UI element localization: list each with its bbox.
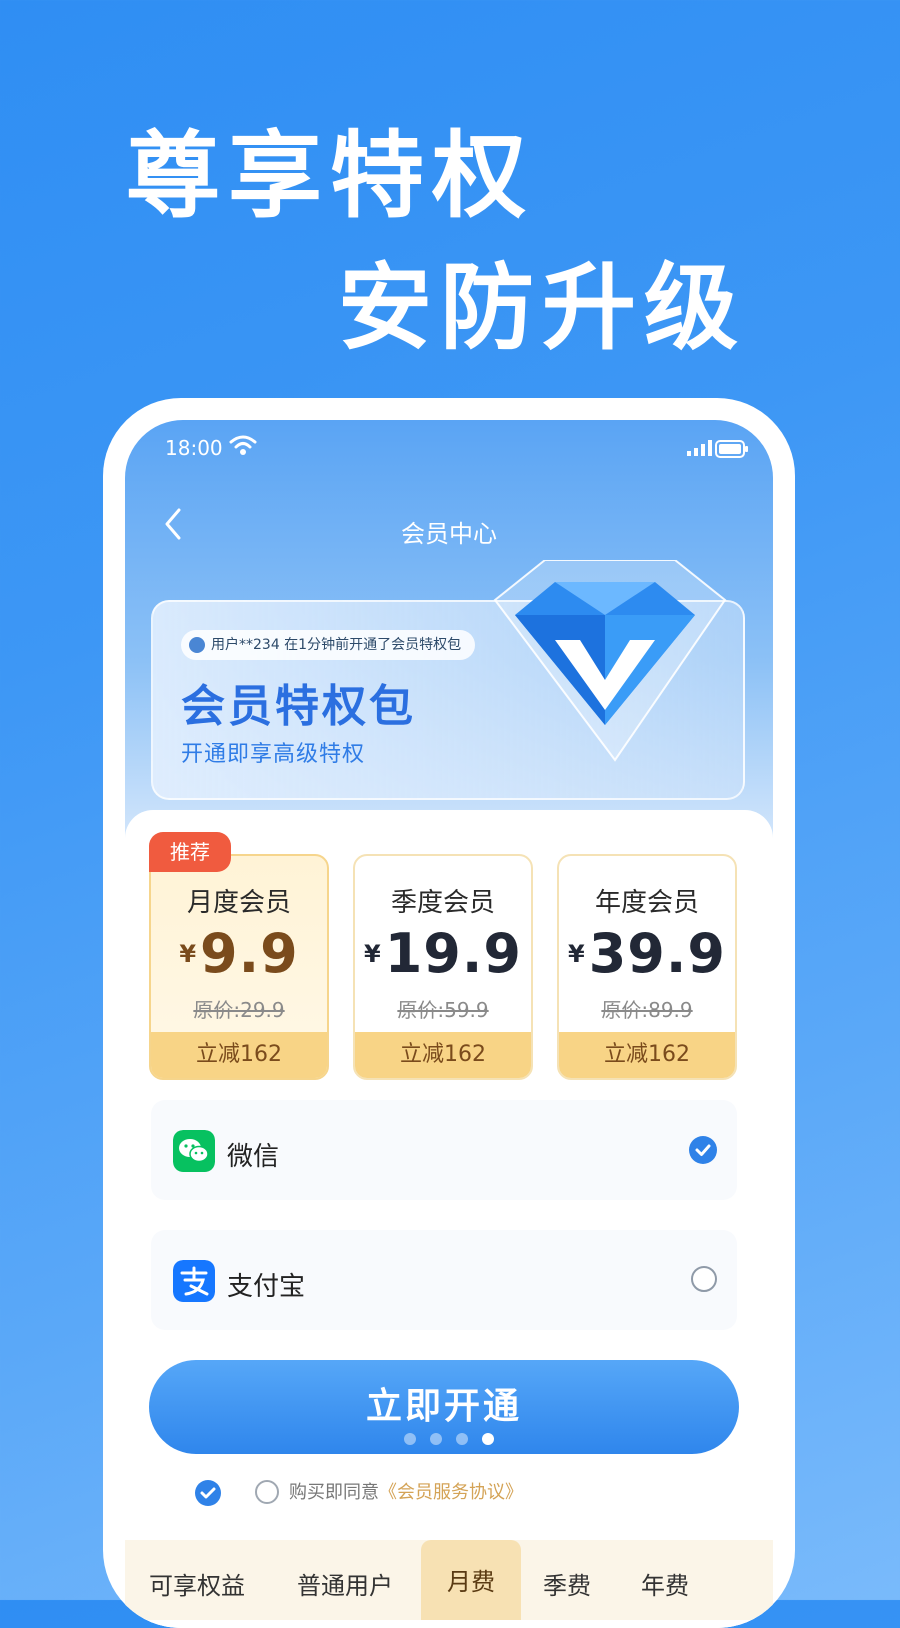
agreement-link[interactable]: 《会员服务协议》 [379,1482,523,1503]
status-time: 18:00 [165,436,223,460]
user-avatar-icon [189,637,205,653]
payment-option-alipay[interactable]: 支付宝 [151,1230,737,1330]
carousel-dot-active[interactable] [482,1433,494,1445]
ticker-text: 用户**234 在1分钟前开通了会员特权包 [211,637,462,653]
plan-yearly[interactable]: 年度会员 ¥39.9 原价:89.9 立减162 [557,854,737,1080]
wechat-icon [173,1130,215,1172]
radio-unchecked-icon[interactable] [691,1266,717,1292]
payment-option-wechat[interactable]: 微信 [151,1100,737,1200]
discount-label: 立减162 [355,1032,531,1078]
column-header: 可享权益 [149,1572,245,1600]
plan-name: 年度会员 [594,888,699,918]
payment-label: 微信 [227,1142,280,1172]
hero-title-line2: 安防升级 [338,254,747,363]
wifi-icon [229,435,257,455]
status-bar: 18:00 [125,430,773,460]
signal-icon [687,440,712,456]
carousel-indicator [125,1430,773,1449]
price-amount: 9.9 [200,922,299,985]
page-title: 会员中心 [401,520,497,548]
vip-diamond-icon [493,560,727,762]
payment-label: 支付宝 [227,1272,306,1302]
column-header: 年费 [641,1572,689,1600]
agreement-text: 购买即同意 [289,1482,379,1503]
agreement-checkbox-checked[interactable] [195,1480,221,1506]
currency-symbol: ¥ [568,940,585,968]
plan-name: 季度会员 [390,888,495,918]
column-header-highlight: 月费 [421,1540,521,1620]
carousel-dot[interactable] [430,1433,442,1445]
purchase-card: 推荐 月度会员 ¥9.9 原价:29.9 立减162 季度会员 ¥19.9 原价… [125,810,773,1628]
agreement-row: 购买即同意《会员服务协议》 [195,1478,523,1508]
original-price: 原价:29.9 [193,998,285,1022]
plan-price: ¥9.9 [151,922,327,985]
price-amount: 39.9 [588,922,726,985]
column-header: 季费 [543,1572,591,1600]
agreement-checkbox-unchecked[interactable] [255,1480,279,1504]
plan-price: ¥39.9 [559,922,735,985]
nav-bar: 会员中心 [125,498,773,558]
benefits-table-header: 可享权益 普通用户 月费 季费 年费 [125,1540,773,1620]
original-price: 原价:89.9 [601,998,693,1022]
price-amount: 19.9 [384,922,522,985]
hero-title-line1: 尊享特权 [126,122,535,231]
banner-subtitle: 开通即享高级特权 [181,742,366,767]
currency-symbol: ¥ [179,940,197,968]
plan-price: ¥19.9 [355,922,531,985]
recommend-badge: 推荐 [149,832,231,872]
plan-quarterly[interactable]: 季度会员 ¥19.9 原价:59.9 立减162 [353,854,533,1080]
currency-symbol: ¥ [364,940,381,968]
banner-title: 会员特权包 [181,681,416,732]
radio-checked-icon[interactable] [689,1136,717,1164]
phone-frame: 18:00 会员中心 用户**234 在1分钟前开通了会员特权包 会员特权包 开… [103,398,795,1628]
plan-name: 月度会员 [186,888,291,918]
discount-label: 立减162 [151,1032,327,1078]
carousel-dot[interactable] [456,1433,468,1445]
column-header: 普通用户 [297,1572,393,1600]
battery-icon [715,440,748,458]
alipay-icon [173,1260,215,1302]
carousel-dot[interactable] [404,1433,416,1445]
discount-label: 立减162 [559,1032,735,1078]
original-price: 原价:59.9 [397,998,489,1022]
plan-monthly[interactable]: 月度会员 ¥9.9 原价:29.9 立减162 [149,854,329,1080]
phone-screen: 18:00 会员中心 用户**234 在1分钟前开通了会员特权包 会员特权包 开… [125,420,773,1628]
purchase-ticker: 用户**234 在1分钟前开通了会员特权包 [181,630,476,660]
